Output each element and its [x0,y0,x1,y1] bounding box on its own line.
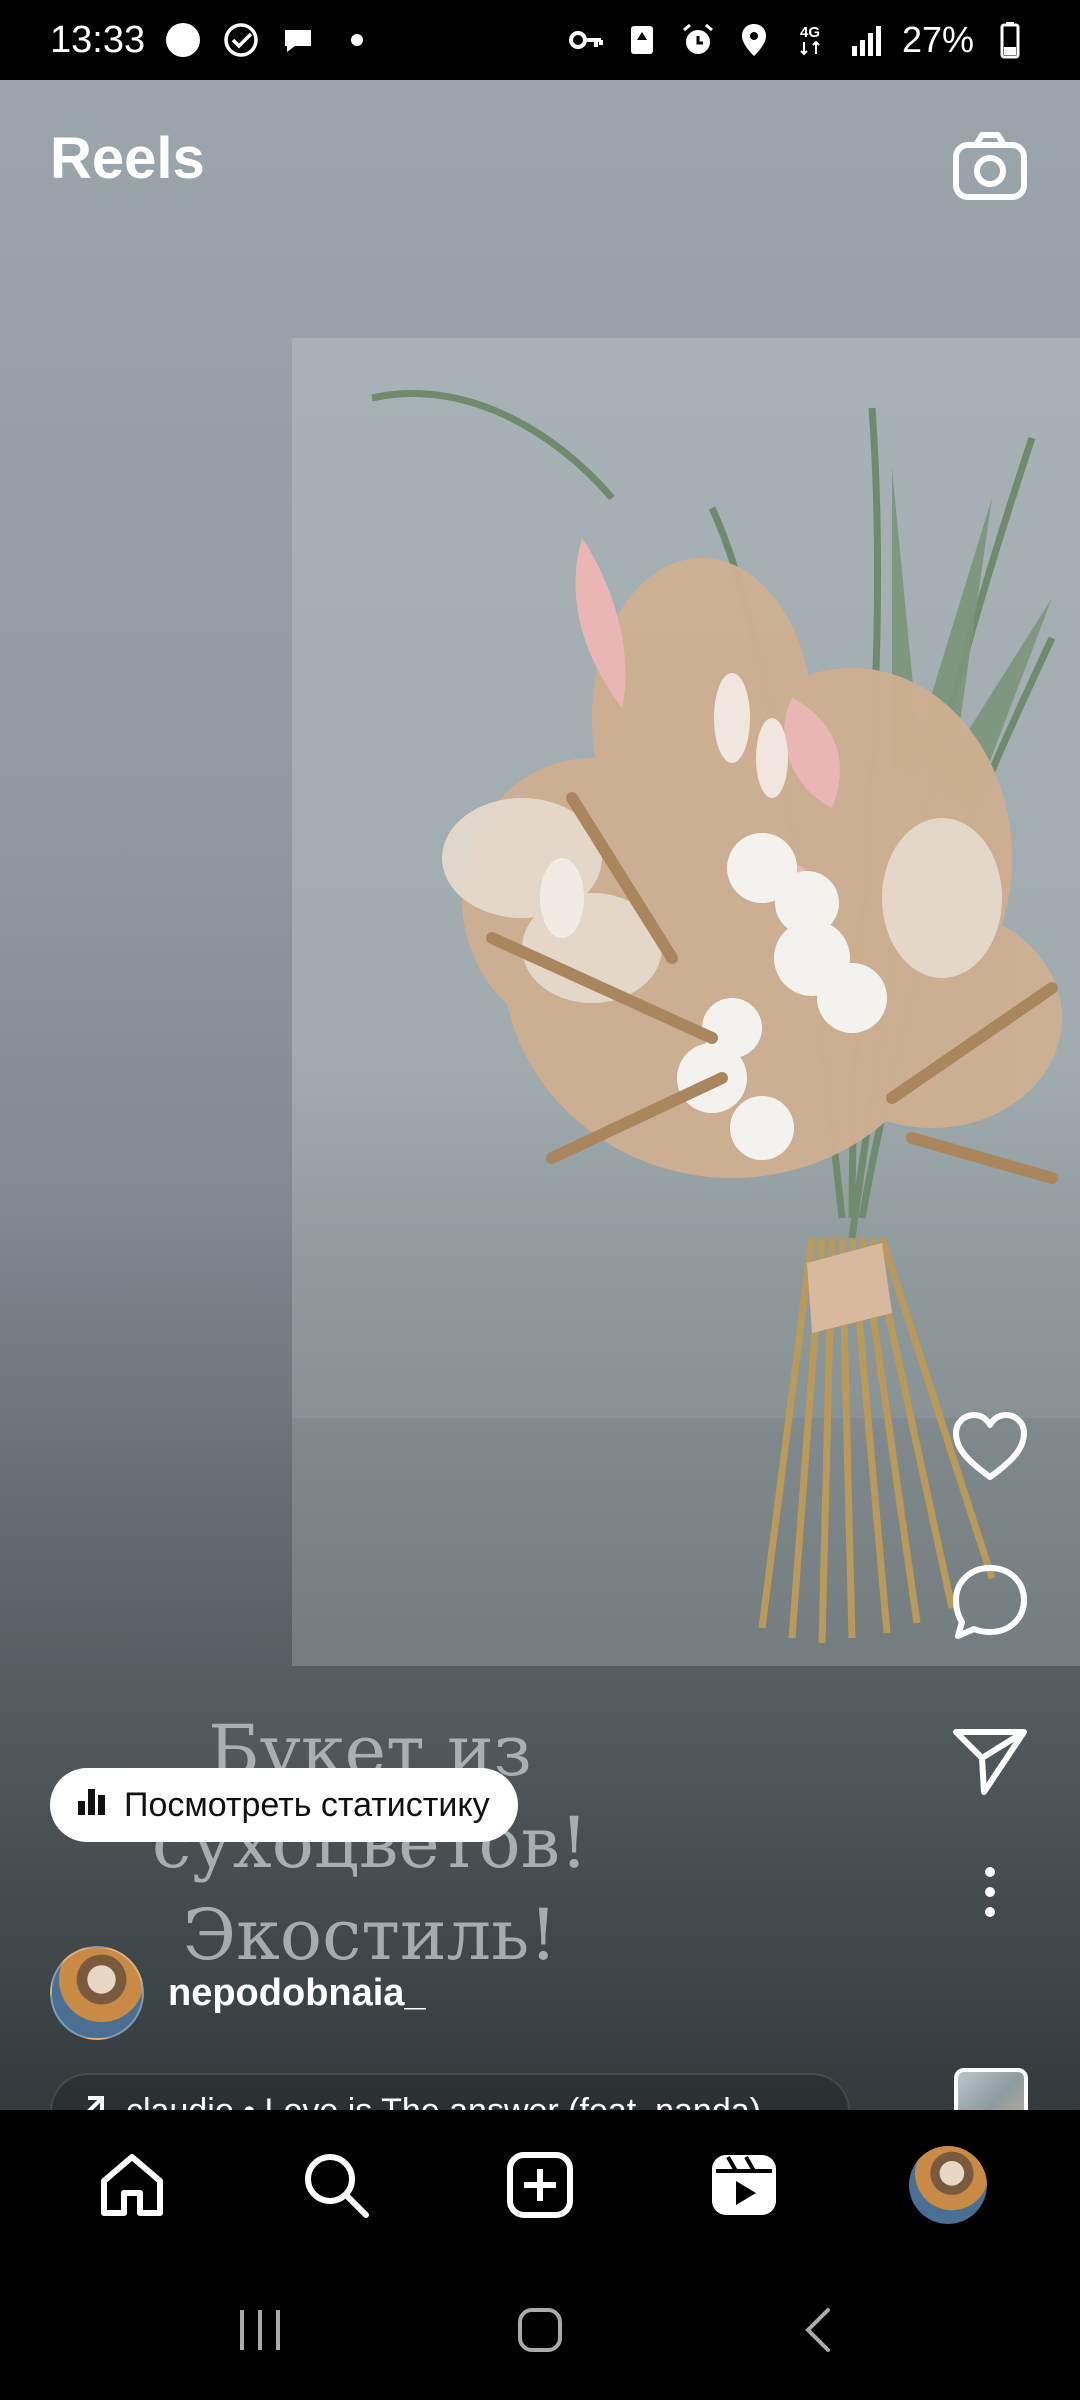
profile-tab[interactable] [888,2125,1008,2245]
profile-avatar[interactable] [909,2146,987,2224]
reel-viewer[interactable]: Reels Букет из сухоцветов! Экостиль! Пос… [0,80,1080,2110]
dot-icon [337,20,377,60]
location-icon [734,20,774,60]
audio-pill[interactable]: claudio • Love is The answer (feat. nand… [50,2073,850,2110]
recents-icon[interactable] [210,2280,310,2380]
status-left: 13:33 [50,19,377,62]
bottom-nav [0,2110,1080,2260]
reels-icon[interactable] [684,2125,804,2245]
status-right: 4G 27% [566,19,1030,61]
more-icon[interactable] [945,1850,1035,1934]
search-icon[interactable] [276,2125,396,2245]
back-icon[interactable] [770,2280,870,2380]
check-circle-icon [221,20,261,60]
status-time: 13:33 [50,18,146,61]
chat-bubble-icon [279,20,319,60]
audio-thumbnail[interactable] [954,2068,1028,2110]
camera-icon[interactable] [950,125,1030,205]
author-row[interactable]: nepodobnaia_ [50,1946,426,2040]
view-insights-button[interactable]: Посмотреть статистику [50,1768,518,1842]
view-insights-label: Посмотреть статистику [124,1785,490,1824]
status-bar: 13:33 4G 27% [0,0,1080,80]
notification-dot-icon [163,20,203,60]
bar-chart-icon [74,1783,110,1828]
recycle-icon [622,20,662,60]
send-icon[interactable] [945,1720,1035,1804]
system-nav [0,2260,1080,2400]
comment-icon[interactable] [945,1560,1035,1644]
key-icon [566,20,606,60]
reel-caption-overlay: Букет из сухоцветов! Экостиль! [20,1705,720,1981]
home-button-icon[interactable] [490,2280,590,2380]
author-avatar[interactable] [50,1946,144,2040]
page-title: Reels [50,126,205,191]
svg-text:4G: 4G [800,24,820,41]
battery-percent: 27% [901,19,974,60]
network-4g-icon: 4G [790,20,830,60]
author-username[interactable]: nepodobnaia_ [168,1972,426,2015]
home-icon[interactable] [72,2125,192,2245]
signal-icon [846,20,886,60]
alarm-icon [678,20,718,60]
battery-icon [990,20,1030,60]
create-icon[interactable] [480,2125,600,2245]
heart-icon[interactable] [945,1405,1035,1489]
arrow-up-right-icon [74,2088,112,2110]
audio-label: claudio • Love is The answer (feat. nand… [126,2092,761,2111]
